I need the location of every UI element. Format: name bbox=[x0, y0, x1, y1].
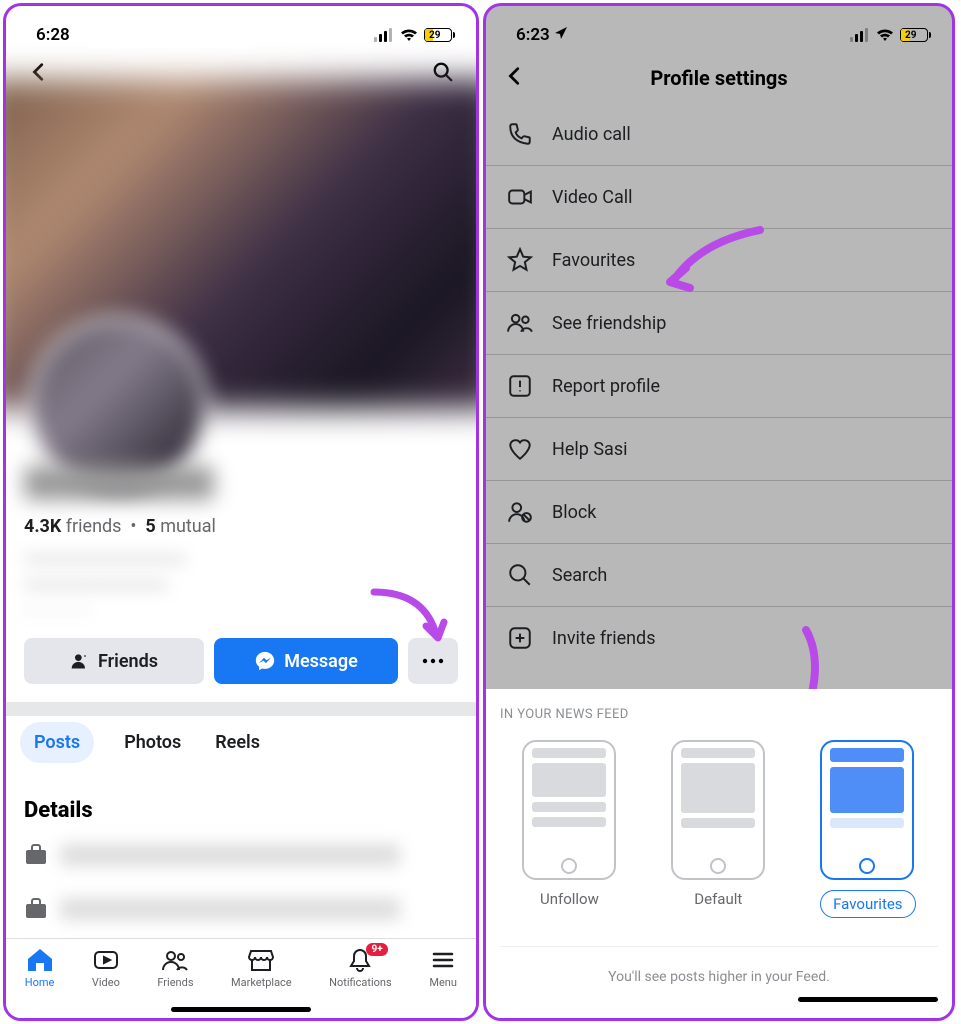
cell-signal-icon bbox=[850, 28, 870, 42]
friends-summary[interactable]: 4.3K friends • 5 mutual bbox=[24, 516, 216, 537]
action-buttons: Friends Message bbox=[24, 638, 458, 684]
home-indicator[interactable] bbox=[171, 1007, 311, 1012]
messenger-icon bbox=[254, 650, 276, 672]
status-time: 6:23 bbox=[516, 25, 568, 45]
settings-nav: Profile settings bbox=[486, 54, 952, 102]
nav-video[interactable]: Video bbox=[92, 947, 120, 989]
message-button[interactable]: Message bbox=[214, 638, 398, 684]
heart-icon bbox=[506, 436, 534, 462]
ellipsis-icon bbox=[422, 658, 444, 664]
sheet-footer: You'll see posts higher in your Feed. bbox=[500, 946, 938, 985]
section-divider bbox=[6, 702, 476, 716]
setting-video-call[interactable]: Video Call bbox=[486, 166, 952, 229]
more-button[interactable] bbox=[408, 638, 458, 684]
camera-icon bbox=[506, 184, 534, 210]
setting-help[interactable]: Help Sasi bbox=[486, 418, 952, 481]
menu-icon bbox=[429, 947, 457, 973]
option-unfollow[interactable]: Unfollow bbox=[522, 740, 616, 918]
setting-invite[interactable]: Invite friends bbox=[486, 607, 952, 669]
cell-signal-icon bbox=[374, 28, 394, 42]
tab-photos[interactable]: Photos bbox=[120, 722, 185, 763]
notification-badge: 9+ bbox=[366, 943, 387, 956]
nav-home[interactable]: Home bbox=[25, 947, 55, 989]
status-time: 6:28 bbox=[36, 25, 70, 45]
friends-icon bbox=[161, 947, 189, 973]
phone-icon bbox=[506, 121, 534, 147]
briefcase-icon bbox=[24, 844, 48, 866]
wifi-icon bbox=[400, 28, 418, 42]
feed-sheet: IN YOUR NEWS FEED Unfollow Default bbox=[486, 689, 952, 1018]
invite-icon bbox=[506, 625, 534, 651]
video-icon bbox=[92, 947, 120, 973]
block-icon bbox=[506, 499, 534, 525]
home-indicator[interactable] bbox=[798, 997, 938, 1002]
location-icon bbox=[554, 26, 568, 40]
status-indicators: 29 bbox=[374, 28, 452, 42]
setting-report[interactable]: Report profile bbox=[486, 355, 952, 418]
setting-friendship[interactable]: See friendship bbox=[486, 292, 952, 355]
wifi-icon bbox=[876, 28, 894, 42]
profile-tabs: Posts Photos Reels bbox=[20, 722, 264, 763]
detail-row-1 bbox=[24, 844, 400, 866]
setting-audio-call[interactable]: Audio call bbox=[486, 102, 952, 166]
sheet-heading: IN YOUR NEWS FEED bbox=[500, 707, 938, 722]
battery-icon: 29 bbox=[424, 28, 452, 42]
report-icon bbox=[506, 373, 534, 399]
star-icon bbox=[506, 247, 534, 273]
nav-friends[interactable]: Friends bbox=[157, 947, 193, 989]
profile-screen: 6:28 29 4.3K friends • 5 mutual ～～～～～～～～… bbox=[3, 3, 479, 1021]
bottom-nav: Home Video Friends Marketplace 9+ Notifi… bbox=[6, 938, 476, 1018]
setting-block[interactable]: Block bbox=[486, 481, 952, 544]
nav-notifications[interactable]: 9+ Notifications bbox=[329, 947, 392, 989]
profile-name bbox=[24, 466, 214, 500]
status-bar: 6:28 29 bbox=[6, 6, 476, 54]
marketplace-icon bbox=[247, 947, 275, 973]
tab-posts[interactable]: Posts bbox=[20, 722, 94, 763]
back-button[interactable] bbox=[504, 65, 526, 91]
setting-search[interactable]: Search bbox=[486, 544, 952, 607]
settings-list: Audio call Video Call Favourites See fri… bbox=[486, 102, 952, 669]
search-icon bbox=[506, 562, 534, 588]
option-default[interactable]: Default bbox=[671, 740, 765, 918]
option-favourites[interactable]: Favourites bbox=[820, 740, 915, 918]
detail-row-2 bbox=[24, 898, 400, 920]
nav-marketplace[interactable]: Marketplace bbox=[231, 947, 292, 989]
bio-text: ～～～～～～～～～～～～～～～～～～～～～ bbox=[24, 546, 404, 610]
status-bar: 6:23 29 bbox=[486, 6, 952, 54]
setting-favourites[interactable]: Favourites bbox=[486, 229, 952, 292]
details-heading: Details bbox=[24, 798, 93, 823]
profile-settings-screen: 6:23 29 Profile settings Audio call Vide… bbox=[483, 3, 955, 1021]
friendship-icon bbox=[506, 310, 534, 336]
battery-icon: 29 bbox=[900, 28, 928, 42]
page-title: Profile settings bbox=[650, 66, 787, 90]
tab-reels[interactable]: Reels bbox=[211, 722, 264, 763]
status-indicators: 29 bbox=[850, 28, 928, 42]
friends-button[interactable]: Friends bbox=[24, 638, 204, 684]
feed-options: Unfollow Default Favourites bbox=[500, 740, 938, 918]
briefcase-icon bbox=[24, 898, 48, 920]
home-icon bbox=[26, 947, 54, 973]
nav-menu[interactable]: Menu bbox=[429, 947, 457, 989]
